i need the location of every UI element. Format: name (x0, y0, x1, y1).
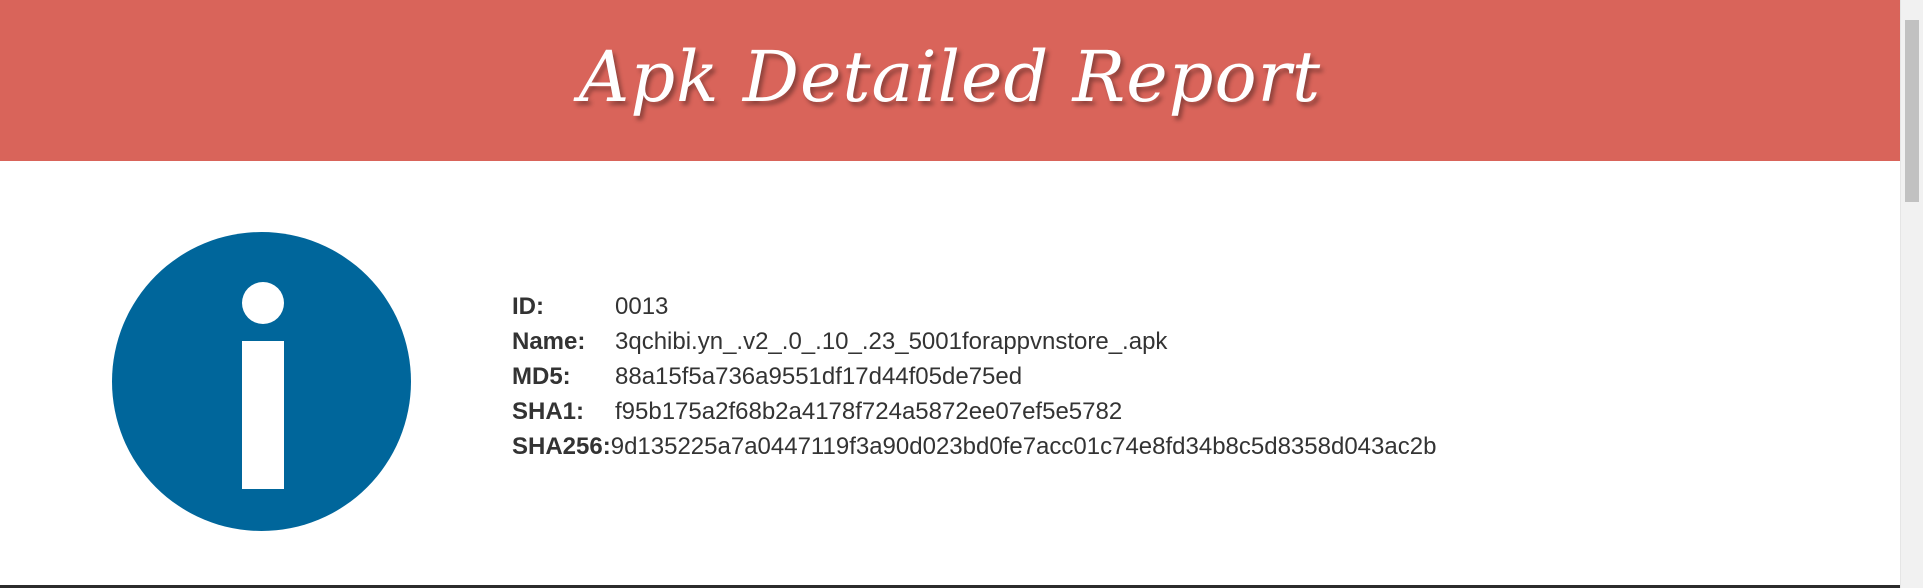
page-title: Apk Detailed Report (578, 35, 1322, 118)
detail-row-sha256: SHA256: 9d135225a7a0447119f3a90d023bd0fe… (512, 429, 1436, 464)
scrollbar-thumb[interactable] (1905, 20, 1919, 202)
id-label: ID: (512, 293, 544, 320)
report-header: Apk Detailed Report (0, 0, 1900, 161)
sha256-label: SHA256: (512, 433, 611, 460)
detail-row-name: Name: 3qchibi.yn_.v2_.0_.10_.23_5001fora… (512, 324, 1436, 359)
report-content: ID: 0013 Name: 3qchibi.yn_.v2_.0_.10_.23… (0, 161, 1900, 585)
report-page: Apk Detailed Report ID: 0013 Name: 3qchi… (0, 0, 1923, 588)
sha1-label: SHA1: (512, 398, 585, 425)
detail-row-md5: MD5: 88a15f5a736a9551df17d44f05de75ed (512, 359, 1436, 394)
info-icon (112, 232, 411, 531)
sha1-value: f95b175a2f68b2a4178f724a5872ee07ef5e5782 (615, 398, 1123, 425)
detail-row-id: ID: 0013 (512, 289, 1436, 324)
vertical-scrollbar[interactable] (1900, 0, 1923, 588)
id-value: 0013 (615, 293, 669, 320)
apk-details: ID: 0013 Name: 3qchibi.yn_.v2_.0_.10_.23… (512, 289, 1436, 464)
sha256-value: 9d135225a7a0447119f3a90d023bd0fe7acc01c7… (610, 433, 1437, 460)
name-label: Name: (512, 328, 586, 355)
md5-label: MD5: (512, 363, 571, 390)
detail-row-sha1: SHA1: f95b175a2f68b2a4178f724a5872ee07ef… (512, 394, 1436, 429)
md5-value: 88a15f5a736a9551df17d44f05de75ed (615, 363, 1023, 390)
name-value: 3qchibi.yn_.v2_.0_.10_.23_5001forappvnst… (615, 328, 1168, 355)
